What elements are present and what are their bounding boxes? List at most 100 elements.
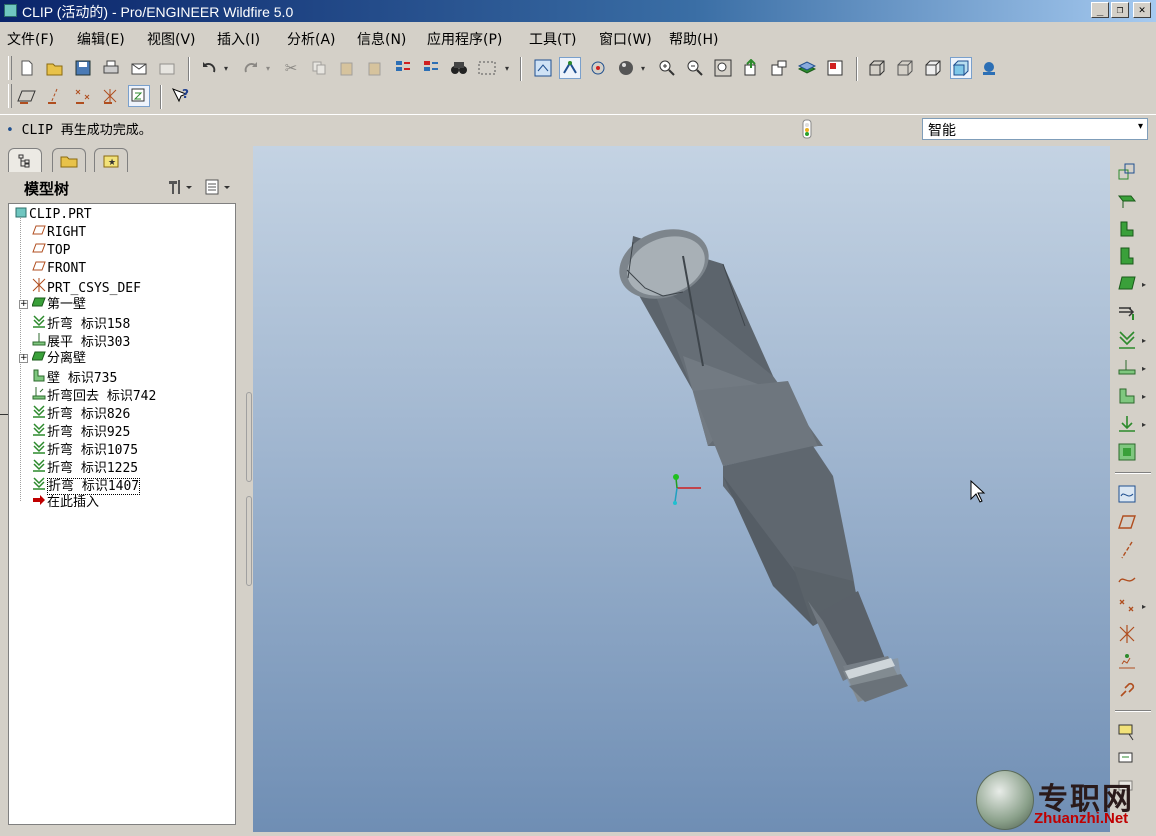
expand-toggle[interactable]: + (19, 354, 28, 363)
annotation-tool-icon[interactable] (1114, 748, 1140, 772)
datum-point-display-icon[interactable] (72, 85, 94, 107)
settings-tools-icon[interactable] (166, 178, 194, 196)
sash-handle[interactable] (246, 496, 252, 586)
zoom-out-icon[interactable] (684, 57, 706, 79)
layers-icon[interactable] (796, 57, 818, 79)
tree-node-bend[interactable]: 折弯 标识826 (31, 404, 130, 422)
undo-dropdown-icon[interactable]: ▾ (220, 57, 232, 79)
redo-dropdown-icon[interactable]: ▾ (262, 57, 274, 79)
planar-wall-icon[interactable] (1114, 272, 1140, 296)
bend-back-tool-icon[interactable] (1114, 384, 1140, 408)
model-viewport[interactable] (253, 146, 1110, 832)
spin-center-icon[interactable] (587, 57, 609, 79)
extend-wall-icon[interactable] (1114, 300, 1140, 324)
save-icon[interactable] (72, 57, 94, 79)
paste-special-icon[interactable] (364, 57, 386, 79)
redo-icon[interactable] (240, 57, 262, 79)
zoom-in-icon[interactable] (656, 57, 678, 79)
tree-node-bend[interactable]: 折弯 标识1407 (31, 476, 141, 495)
tree-node-datum-right[interactable]: RIGHT (31, 224, 86, 241)
tree-node-bend[interactable]: 折弯 标识1225 (31, 458, 138, 476)
hidden-line-icon[interactable] (894, 57, 916, 79)
open-folder-icon[interactable] (44, 57, 66, 79)
tree-node-bend[interactable]: 折弯 标识1075 (31, 440, 138, 458)
menu-edit[interactable]: 编辑(E) (77, 29, 125, 49)
regenerate-manager-icon[interactable] (420, 57, 442, 79)
tree-node-bend[interactable]: 折弯 标识158 (31, 314, 130, 332)
menu-help[interactable]: 帮助(H) (669, 29, 718, 49)
tree-node-part[interactable]: CLIP.PRT (13, 206, 92, 223)
dropdown-arrow-icon[interactable]: ▸ (1142, 602, 1146, 611)
context-help-icon[interactable]: ? (170, 85, 192, 107)
send-mail-icon[interactable] (128, 57, 150, 79)
sheetmetal-part[interactable] (609, 217, 908, 702)
unbend-tool-icon[interactable] (1114, 356, 1140, 380)
tree-node-datum-front[interactable]: FRONT (31, 260, 86, 277)
new-file-icon[interactable] (16, 57, 38, 79)
flat-pattern-icon[interactable] (1114, 440, 1140, 464)
dropdown-arrow-icon[interactable]: ▸ (1142, 280, 1146, 289)
tree-node-bend-back[interactable]: 折弯回去 标识742 (31, 386, 156, 404)
dropdown-arrow-icon[interactable]: ▸ (1142, 364, 1146, 373)
paste-icon[interactable] (336, 57, 358, 79)
graphics-window[interactable] (253, 146, 1110, 832)
menu-view[interactable]: 视图(V) (147, 29, 196, 49)
sketch-tool-icon[interactable] (1114, 482, 1140, 506)
annotation-display-icon[interactable] (128, 85, 150, 107)
print-icon[interactable] (100, 57, 122, 79)
enhanced-realism-icon[interactable] (978, 57, 1000, 79)
tree-node-csys[interactable]: PRT_CSYS_DEF (31, 278, 141, 296)
menu-applications[interactable]: 应用程序(P) (427, 29, 502, 49)
chain-link-icon[interactable] (1114, 678, 1140, 702)
tree-node-bend[interactable]: 折弯 标识925 (31, 422, 130, 440)
selection-dropdown-icon[interactable]: ▾ (500, 57, 514, 79)
undo-icon[interactable] (198, 57, 220, 79)
dropdown-arrow-icon[interactable]: ▸ (1142, 392, 1146, 401)
menu-tools[interactable]: 工具(T) (529, 29, 576, 49)
cut-icon[interactable]: ✂ (280, 57, 302, 79)
regenerate-icon[interactable] (392, 57, 414, 79)
datum-plane-tool-icon[interactable] (1114, 510, 1140, 534)
expand-toggle[interactable]: + (19, 300, 28, 309)
tab-folder-browser[interactable] (52, 148, 86, 172)
toolbar-grip[interactable] (8, 56, 12, 80)
minimize-button[interactable]: _ (1091, 2, 1109, 18)
dropdown-arrow-icon[interactable]: ▸ (1142, 336, 1146, 345)
close-button[interactable]: ✕ (1133, 2, 1151, 18)
datum-display-icon[interactable] (559, 57, 581, 79)
csys-display-icon[interactable] (100, 85, 122, 107)
datum-point-tool-icon[interactable] (1114, 594, 1140, 618)
note-tool-icon[interactable] (1114, 720, 1140, 744)
dropdown-arrow-icon[interactable]: ▸ (1142, 420, 1146, 429)
convert-to-sheetmetal-icon[interactable] (1114, 160, 1140, 184)
menu-window[interactable]: 窗口(W) (599, 29, 652, 49)
no-hidden-icon[interactable] (922, 57, 944, 79)
shading-sphere-icon[interactable] (615, 57, 637, 79)
status-light-icon[interactable] (800, 119, 814, 139)
saved-views-icon[interactable] (768, 57, 790, 79)
display-style-dropdown-icon[interactable]: ▾ (637, 57, 649, 79)
shading-icon[interactable] (950, 57, 972, 79)
tree-node-unattached-wall[interactable]: 分离壁 (31, 350, 86, 367)
zoom-fit-icon[interactable] (712, 57, 734, 79)
datum-axis-display-icon[interactable] (44, 85, 66, 107)
toolbar-grip[interactable] (8, 84, 12, 108)
sash-handle[interactable] (246, 392, 252, 482)
wireframe-icon[interactable] (866, 57, 888, 79)
menu-info[interactable]: 信息(N) (357, 29, 406, 49)
unattached-wall-icon[interactable] (1114, 244, 1140, 268)
tree-node-first-wall[interactable]: 第一壁 (31, 296, 86, 313)
find-binoculars-icon[interactable] (448, 57, 470, 79)
datum-curve-tool-icon[interactable] (1114, 566, 1140, 590)
menu-file[interactable]: 文件(F) (7, 29, 54, 49)
tab-model-tree[interactable] (8, 148, 42, 172)
menu-analysis[interactable]: 分析(A) (287, 29, 336, 49)
refit-icon[interactable] (532, 57, 554, 79)
copy-icon[interactable] (308, 57, 330, 79)
bend-tool-icon[interactable] (1114, 328, 1140, 352)
analysis-feature-icon[interactable] (1114, 650, 1140, 674)
csys-tool-icon[interactable] (1114, 622, 1140, 646)
flange-wall-icon[interactable] (1114, 216, 1140, 240)
send-link-icon[interactable] (156, 57, 178, 79)
menu-insert[interactable]: 插入(I) (217, 29, 260, 49)
